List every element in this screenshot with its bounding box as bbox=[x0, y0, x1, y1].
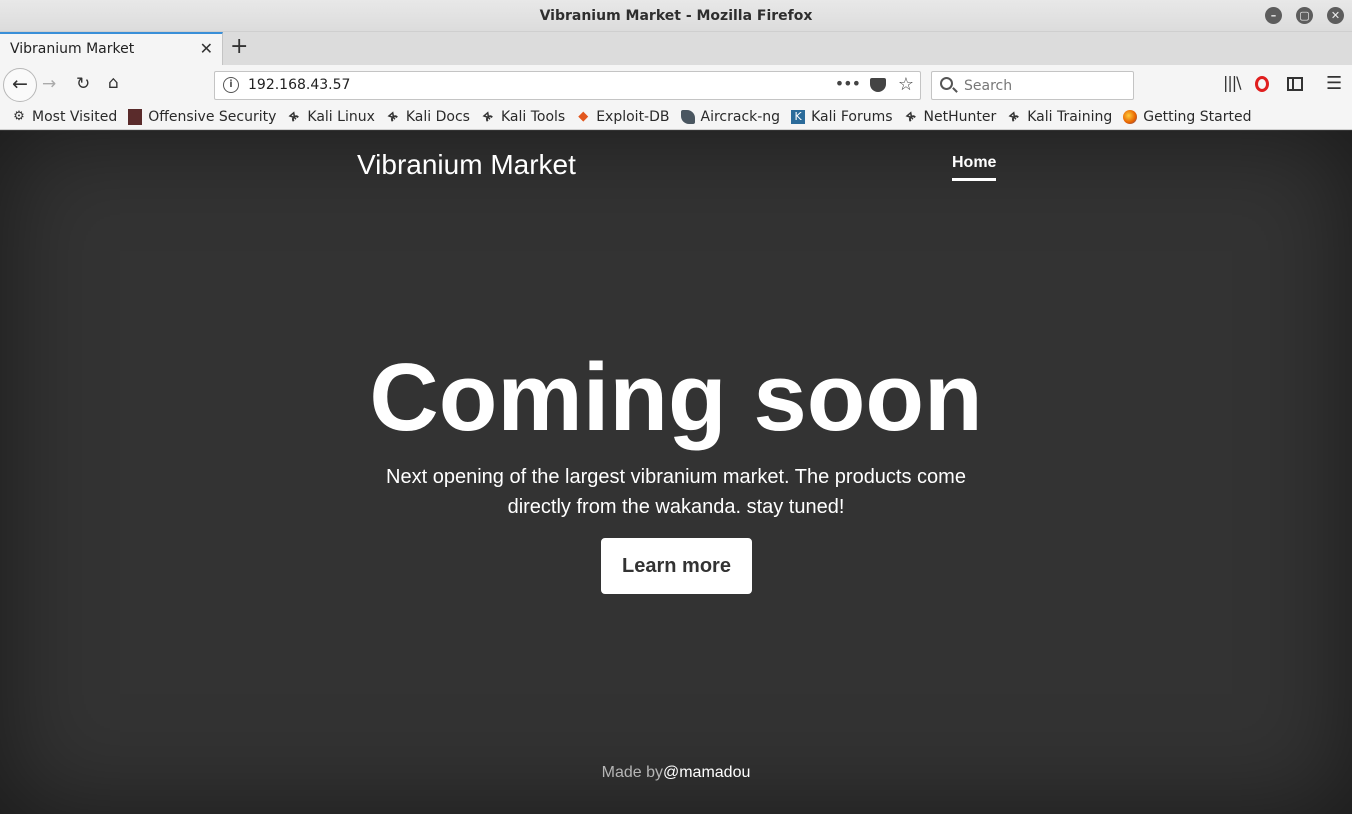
hero-lead: Next opening of the largest vibranium ma… bbox=[386, 466, 966, 518]
navigation-toolbar: ← → ↻ ⌂ i 192.168.43.57 ••• ☆ Search |||… bbox=[0, 65, 1352, 105]
close-window-button[interactable]: ✕ bbox=[1327, 7, 1344, 24]
footer-author-link[interactable]: @mamadou bbox=[663, 764, 750, 781]
learn-more-button[interactable]: Learn more bbox=[601, 538, 752, 594]
gear-icon: ⚙ bbox=[13, 109, 25, 124]
bookmark-nethunter[interactable]: ѫ NetHunter bbox=[901, 107, 997, 126]
opera-icon[interactable] bbox=[1255, 76, 1269, 92]
back-button[interactable]: ← bbox=[3, 68, 37, 102]
bookmark-kali-linux[interactable]: ѫ Kali Linux bbox=[285, 107, 375, 126]
close-tab-icon[interactable]: ✕ bbox=[200, 39, 213, 58]
window-controls: – ▢ ✕ bbox=[1265, 7, 1344, 24]
site-brand[interactable]: Vibranium Market bbox=[357, 149, 576, 181]
search-input[interactable]: Search bbox=[931, 71, 1134, 100]
bookmark-label: Most Visited bbox=[32, 109, 118, 125]
bookmark-star-icon[interactable]: ☆ bbox=[898, 74, 914, 95]
bookmark-kali-tools[interactable]: ѫ Kali Tools bbox=[479, 107, 566, 126]
bookmark-kali-docs[interactable]: ѫ Kali Docs bbox=[384, 107, 470, 126]
bookmark-offensive-security[interactable]: Offensive Security bbox=[128, 109, 276, 125]
minimize-button[interactable]: – bbox=[1265, 7, 1282, 24]
tab-strip: Vibranium Market ✕ + bbox=[0, 32, 1352, 65]
aircrack-icon bbox=[680, 110, 695, 124]
sidebar-icon[interactable] bbox=[1287, 77, 1303, 91]
forward-button[interactable]: → bbox=[42, 74, 56, 94]
bookmark-label: Aircrack-ng bbox=[700, 109, 781, 125]
bookmark-label: Kali Tools bbox=[500, 109, 566, 125]
bookmark-label: Kali Training bbox=[1027, 109, 1113, 125]
bookmark-label: Kali Docs bbox=[405, 109, 470, 125]
page-content: Vibranium Market Home Coming soon Next o… bbox=[0, 131, 1352, 814]
footer: Made by@mamadou bbox=[0, 764, 1352, 782]
maximize-button[interactable]: ▢ bbox=[1296, 7, 1313, 24]
bookmarks-toolbar: ⚙ Most Visited Offensive Security ѫ Kali… bbox=[0, 105, 1352, 130]
bookmark-aircrack-ng[interactable]: Aircrack-ng bbox=[680, 109, 781, 125]
bookmark-label: NetHunter bbox=[923, 109, 997, 125]
reload-button[interactable]: ↻ bbox=[76, 74, 90, 94]
bookmark-exploit-db[interactable]: ◆ Exploit-DB bbox=[576, 109, 669, 125]
new-tab-button[interactable]: + bbox=[230, 34, 248, 59]
kali-dragon-icon: ѫ bbox=[1005, 107, 1023, 126]
pocket-icon[interactable] bbox=[870, 78, 886, 92]
kali-dragon-icon: ѫ bbox=[901, 107, 919, 126]
tab-vibranium-market[interactable]: Vibranium Market ✕ bbox=[0, 32, 223, 65]
window-titlebar: Vibranium Market - Mozilla Firefox – ▢ ✕ bbox=[0, 0, 1352, 32]
bookmark-label: Offensive Security bbox=[148, 109, 277, 125]
bookmark-label: Kali Forums bbox=[811, 109, 893, 125]
hero-title: Coming soon bbox=[369, 344, 983, 451]
bookmark-label: Kali Linux bbox=[307, 109, 375, 125]
bookmark-label: Exploit-DB bbox=[596, 109, 670, 125]
nav-link-home[interactable]: Home bbox=[952, 154, 997, 181]
kali-dragon-icon: ѫ bbox=[285, 107, 303, 126]
footer-text: Made by bbox=[601, 764, 663, 781]
url-bar[interactable]: i 192.168.43.57 ••• ☆ bbox=[214, 71, 921, 100]
bookmark-kali-forums[interactable]: K Kali Forums bbox=[791, 109, 893, 125]
hamburger-menu-icon[interactable]: ☰ bbox=[1326, 73, 1342, 94]
search-icon bbox=[940, 77, 953, 90]
bookmark-getting-started[interactable]: Getting Started bbox=[1123, 109, 1251, 125]
tab-title: Vibranium Market bbox=[10, 41, 135, 57]
offsec-icon bbox=[128, 109, 143, 125]
kali-dragon-icon: ѫ bbox=[479, 107, 496, 126]
bookmark-label: Getting Started bbox=[1143, 109, 1252, 125]
bookmark-kali-training[interactable]: ѫ Kali Training bbox=[1005, 107, 1113, 126]
kali-forums-icon: K bbox=[791, 110, 806, 124]
page-actions-icon[interactable]: ••• bbox=[835, 74, 861, 93]
info-icon[interactable]: i bbox=[223, 77, 239, 93]
library-icon[interactable]: |||\ bbox=[1223, 73, 1242, 92]
exploit-db-icon: ◆ bbox=[578, 109, 589, 124]
firefox-icon bbox=[1123, 110, 1138, 124]
window-title: Vibranium Market - Mozilla Firefox bbox=[539, 7, 813, 24]
bookmark-most-visited[interactable]: ⚙ Most Visited bbox=[12, 109, 117, 125]
search-placeholder: Search bbox=[964, 78, 1013, 94]
url-text[interactable]: 192.168.43.57 bbox=[248, 77, 350, 93]
kali-dragon-icon: ѫ bbox=[384, 107, 401, 126]
home-button[interactable]: ⌂ bbox=[108, 73, 119, 93]
